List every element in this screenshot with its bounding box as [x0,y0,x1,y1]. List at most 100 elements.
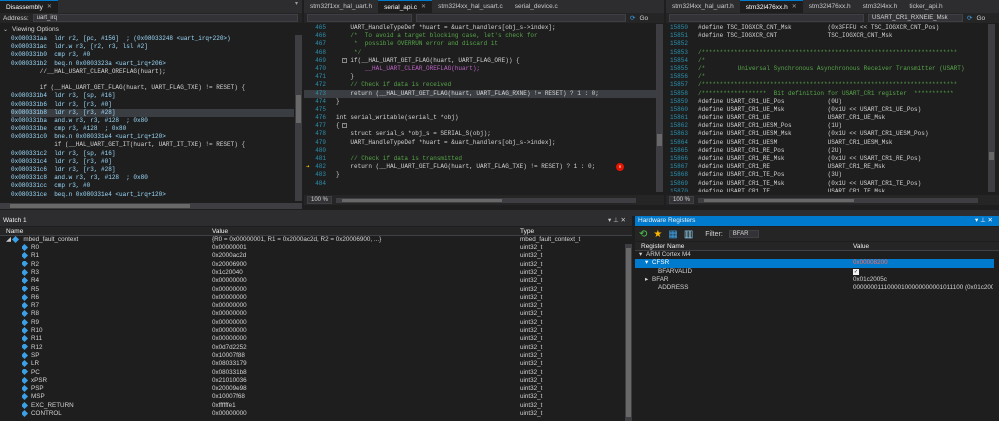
code-line[interactable]: 15850 #define TSC_IOGXCR_CNT_Msk (0x3FFFU… [666,24,986,32]
watch-row[interactable]: R6 0x00000000 uint32_t [0,293,624,302]
watch-value[interactable]: 0x00000000 [212,410,512,418]
watch-row[interactable]: R12 0x0d7d2252 uint32_t [0,343,624,352]
scope-dropdown[interactable] [669,14,864,22]
watch-row[interactable]: R3 0x1c20040 uint32_t [0,268,624,277]
watch-value[interactable]: 0x00000000 [212,286,512,294]
watch-value[interactable]: 0x1c20040 [212,269,512,277]
watch-row[interactable]: R7 0x00000000 uint32_t [0,302,624,310]
disasm-instruction[interactable]: 0x080331b6 ldr r3, [r3, #0] [11,101,294,109]
scrollbar-thumb[interactable] [989,152,994,160]
watch-row[interactable]: PC 0x080331b8 uint32_t [0,368,624,377]
watch-value[interactable]: 0x10007f88 [212,352,512,360]
watch-value[interactable]: 0x00000001 [212,244,512,252]
code-line[interactable]: 15851 #define TSC_IOGXCR_CNT TSC_IOGXCR_C… [666,32,986,40]
code-line[interactable]: 15854 /* [666,57,986,65]
editor1-scrollbar[interactable] [656,24,663,192]
tab-editor1-0[interactable]: stm32f1xx_hal_uart.h [304,0,378,13]
watch-row[interactable]: R8 0x00000000 uint32_t [0,310,624,318]
column-register-name[interactable]: Register Name [641,242,684,251]
watch-value[interactable]: 0x21010036 [212,377,512,385]
disasm-instruction[interactable]: 0x080331cc cmp r3, #0 [11,182,294,190]
pin-icon[interactable]: ⊥ [980,217,986,224]
watch-row[interactable]: EXC_RETURN 0xffffffe1 uint32_t [0,401,624,410]
watch-row[interactable]: R5 0x00000000 uint32_t [0,285,624,294]
code-line[interactable]: 465 UART_HandleTypeDef *huart = &uart_ha… [304,24,656,32]
code-line[interactable]: 474} [304,98,656,106]
disasm-instruction[interactable]: 0x080331b8 ldr r3, [r3, #28] [11,108,294,117]
code-line[interactable]: 15860 #define USART_CR1_UE_Msk (0x1U << U… [666,106,986,114]
watch-row[interactable]: SP 0x10007f88 uint32_t [0,351,624,360]
disasm-source-line[interactable]: //__HAL_USART_CLEAR_OREFLAG(huart); [11,68,294,76]
scope-dropdown[interactable] [307,14,412,22]
watch-row[interactable]: LR 0x08033179 uint32_t [0,360,624,368]
close-icon[interactable]: ✕ [792,1,797,14]
hwreg-value[interactable]: 0x01c2005c [853,276,993,284]
scrollbar-thumb[interactable] [626,248,631,417]
member-dropdown[interactable] [416,14,626,22]
watch-value[interactable]: 0x00000000 [212,335,512,343]
disasm-instruction[interactable]: 0x080331c2 ldr r3, [sp, #16] [11,150,294,158]
watch-value[interactable]: 0x2000ac2d [212,252,512,260]
chevron-down-icon[interactable]: ◢ [6,236,11,243]
code-line[interactable]: 15865 #define USART_CR1_RE_Pos (2U) [666,147,986,155]
watch-value[interactable]: 0x0d7d2252 [212,344,512,352]
close-icon[interactable]: ✕ [47,1,52,14]
tab-editor2-4[interactable]: ticker_api.h [903,0,948,13]
code-line[interactable]: 15858 /****************** Bit definition … [666,90,986,98]
watch-value[interactable]: 0x00000000 [212,310,512,318]
disasm-instruction[interactable]: 0x080331c4 ldr r3, [r3, #0] [11,158,294,166]
code-line[interactable]: 15862 #define USART_CR1_UESM_Pos (1U) [666,122,986,130]
go-icon[interactable]: ⟳ [630,14,635,22]
code-line[interactable]: 15852 [666,40,986,48]
hwreg-value[interactable]: 0x00008200 [853,259,993,267]
disasm-source-line[interactable]: if (__HAL_UART_GET_IT(huart, UART_IT_TXE… [11,141,294,149]
watch-row[interactable]: R1 0x2000ac2d uint32_t [0,252,624,260]
grid-icon[interactable]: ▦ [668,229,677,240]
scrollbar-thumb[interactable] [704,198,855,202]
hwreg-value[interactable]: 00000001110000100000000001011100 (0x01c2… [853,284,993,292]
hwreg-row[interactable]: BFARVALID ✓ [635,268,994,276]
code-line[interactable]: 480 [304,147,656,155]
disasm-instruction[interactable]: 0x080331ba and.w r3, r3, #128 ; 0x80 [11,117,294,125]
disasm-instruction[interactable]: 0x080331ac ldr.w r3, [r2, r3, lsl #2] [11,43,294,51]
code-line[interactable]: 15856 /* [666,73,986,81]
code-line[interactable]: 478 struct serial_s *obj_s = SERIAL_S(ob… [304,130,656,138]
code-line[interactable]: 15855 /* Universal Synchronous Asynchrono… [666,65,986,73]
address-input[interactable]: uart_irq [32,14,298,22]
tab-editor2-0[interactable]: stm32l4xx_hal_uart.h [666,0,740,13]
watch-value[interactable]: 0x00000000 [212,294,512,302]
watch-value[interactable]: 0x00000000 [212,327,512,335]
watch-value[interactable]: 0x20009e98 [212,385,512,393]
column-value[interactable]: Value [853,242,869,251]
watch-row[interactable]: R2 0x20006900 uint32_t [0,260,624,269]
disasm-source-line[interactable]: if (__HAL_UART_GET_FLAG(huart, UART_FLAG… [11,84,294,92]
watch-row[interactable]: R9 0x00000000 uint32_t [0,318,624,327]
scrollbar-thumb[interactable] [657,134,662,146]
disasm-source-line[interactable] [11,76,294,84]
expander-icon[interactable]: ▾ [639,251,646,259]
code-line[interactable]: 15867 #define USART_CR1_RE USART_CR1_RE_M… [666,163,986,171]
watch-row[interactable]: PSP 0x20009e98 uint32_t [0,385,624,393]
watch-row[interactable]: R4 0x00000000 uint32_t [0,277,624,285]
code-line[interactable]: 15866 #define USART_CR1_RE_Msk (0x1U << U… [666,155,986,163]
column-name[interactable]: Name [6,227,23,236]
code-line[interactable]: 15857 /**********************************… [666,81,986,89]
code-line[interactable]: 15864 #define USART_CR1_UESM USART_CR1_UE… [666,139,986,147]
watch-scrollbar[interactable] [625,244,632,421]
code-line[interactable]: 15859 #define USART_CR1_UE_Pos (0U) [666,98,986,106]
code-line[interactable]: 470 __HAL_UART_CLEAR_OREFLAG(huart); [304,65,656,73]
close-icon[interactable]: ✕ [988,217,993,224]
code-line[interactable]: 471 } [304,73,656,81]
filter-input[interactable]: BFAR [728,230,759,238]
expander-icon[interactable]: ▾ [645,259,652,267]
tab-editor1-1[interactable]: serial_api.c ✕ [378,0,433,13]
editor2-scrollbar[interactable] [988,24,995,192]
viewing-options[interactable]: ⌄ Viewing Options [0,24,302,34]
watch-row[interactable]: MSP 0x10007f68 uint32_t [0,393,624,401]
tab-editor2-3[interactable]: stm32l4xx.h [857,0,904,13]
hwreg-row[interactable]: ▸ BFAR 0x01c2005c [635,276,994,284]
disasm-instruction[interactable]: 0x080331b4 ldr r3, [sp, #16] [11,92,294,100]
code-line[interactable]: 466 /* To avoid a target blocking case, … [304,32,656,40]
code-line[interactable]: 15861 #define USART_CR1_UE USART_CR1_UE_M… [666,114,986,122]
code-line[interactable]: 15870 #define USART_CR1_TE USART_CR1_TE_M… [666,188,986,192]
